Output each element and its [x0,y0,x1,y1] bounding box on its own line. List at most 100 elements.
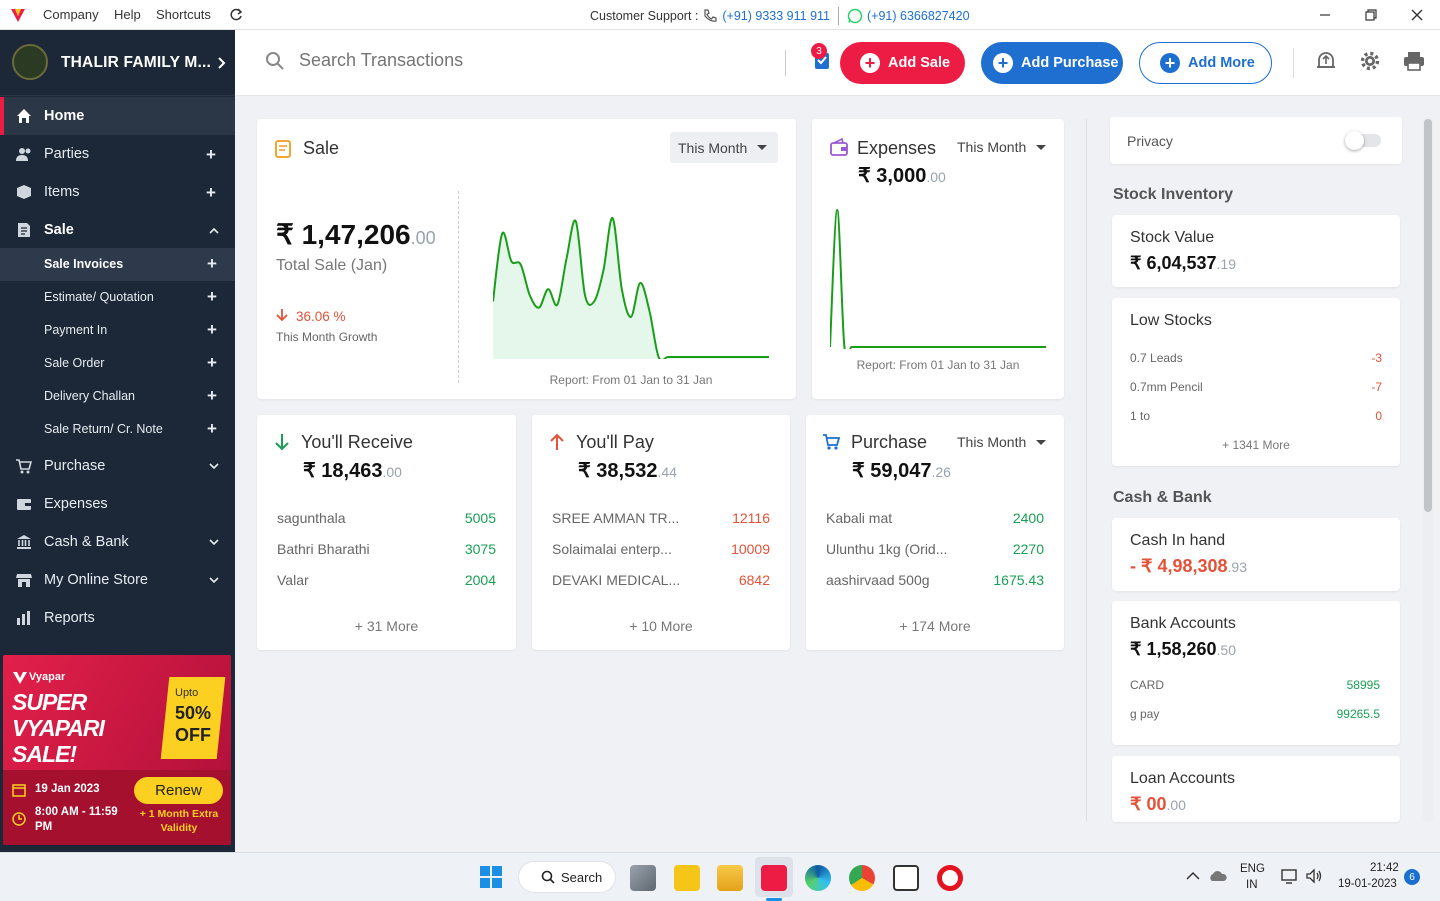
file-explorer-icon[interactable] [717,865,743,891]
notification-badge: 3 [811,43,827,59]
phone-icon [704,9,717,22]
pay-row-name[interactable]: SREE AMMAN TR... [552,510,679,526]
pay-row-name[interactable]: Solaimalai enterp... [552,541,672,557]
notification-count-badge[interactable]: 6 [1404,869,1420,885]
menu-company[interactable]: Company [43,7,99,22]
media-app-icon[interactable] [893,865,919,891]
cash-bank-title: Cash & Bank [1113,489,1212,506]
windows-start-icon[interactable] [479,865,503,889]
low-stocks-card[interactable]: Low Stocks 0.7 Leads -3 0.7mm Pencil -7 … [1112,298,1400,466]
opera-browser-icon[interactable] [937,865,963,891]
language-code[interactable]: ENG [1240,863,1265,875]
sticky-notes-icon[interactable] [674,865,700,891]
sidebar-item-cash-bank[interactable]: Cash & Bank [0,523,235,561]
sale-card[interactable]: Sale This Month ₹ 1,47,206.00 Total Sale… [257,119,796,399]
purchase-row-name[interactable]: Kabali mat [826,510,892,526]
loan-accounts-card[interactable]: Loan Accounts ₹ 00.00 [1112,756,1400,822]
add-more-button[interactable]: + Add More [1139,42,1272,84]
scrollbar-thumb[interactable] [1424,119,1432,512]
expenses-period-dropdown[interactable]: This Month [957,139,1047,155]
sidebar-item-reports[interactable]: Reports [0,599,235,637]
volume-icon[interactable] [1305,868,1323,884]
add-purchase-button[interactable]: + Add Purchase [981,42,1123,84]
close-button[interactable] [1406,4,1428,26]
sidebar-sub-payment-in[interactable]: Payment In + [0,314,235,347]
task-view-icon[interactable] [630,865,656,891]
sidebar-item-items[interactable]: Items + [0,173,235,211]
edge-browser-icon[interactable] [805,865,831,891]
invoice-icon [18,223,30,237]
receive-row-name[interactable]: sagunthala [277,510,346,526]
add-sale-invoice-button[interactable]: + [207,254,217,274]
bell-update-icon[interactable] [1315,50,1337,72]
purchase-more-link[interactable]: + 174 More [806,618,1064,634]
add-party-button[interactable]: + [206,145,216,165]
sidebar-sub-sale-return[interactable]: Sale Return/ Cr. Note + [0,413,235,446]
minimize-button[interactable] [1314,4,1336,26]
add-sale-order-button[interactable]: + [207,353,217,373]
sidebar-item-home[interactable]: Home [0,97,235,135]
menu-help[interactable]: Help [114,7,141,22]
add-sale-return-button[interactable]: + [207,419,217,439]
cash-in-hand-label: Cash In hand [1130,532,1226,549]
sidebar-item-online-store[interactable]: My Online Store [0,561,235,599]
chevron-up-icon[interactable] [1186,871,1200,881]
pay-row-name[interactable]: DEVAKI MEDICAL... [552,572,680,588]
expenses-card[interactable]: Expenses This Month ₹ 3,000.00 Report: F… [812,119,1064,399]
renew-button[interactable]: Renew [134,777,223,804]
pay-card[interactable]: You'll Pay ₹ 38,532.44 SREE AMMAN TR... … [532,415,790,650]
sidebar-item-expenses[interactable]: Expenses [0,485,235,523]
pay-more-link[interactable]: + 10 More [532,618,790,634]
loan-accounts-decimal: .00 [1166,797,1186,813]
restore-button[interactable] [1360,4,1382,26]
support-phone[interactable]: (+91) 9333 911 911 [722,9,830,23]
vyapar-app-icon[interactable] [761,865,787,891]
sidebar-sub-delivery-challan[interactable]: Delivery Challan + [0,380,235,413]
onedrive-cloud-icon[interactable] [1208,869,1228,883]
receive-card[interactable]: You'll Receive ₹ 18,463.00 sagunthala 50… [257,415,516,650]
add-estimate-button[interactable]: + [207,287,217,307]
sidebar-item-sale[interactable]: Sale [0,211,235,249]
receive-row-name[interactable]: Bathri Bharathi [277,541,370,557]
purchase-period-dropdown[interactable]: This Month [957,434,1047,450]
receive-amount: ₹ 18,463 [303,460,383,482]
scrollbar-track[interactable] [1423,117,1433,822]
add-delivery-challan-button[interactable]: + [207,386,217,406]
clock-time[interactable]: 21:42 [1370,862,1399,874]
gear-icon[interactable] [1359,50,1381,72]
sidebar-sub-sale-order[interactable]: Sale Order + [0,347,235,380]
receive-row-name[interactable]: Valar [277,572,309,588]
taskbar-search[interactable]: Search [518,861,616,893]
search-input[interactable] [299,50,769,71]
chrome-browser-icon[interactable] [849,865,875,891]
stock-value-card[interactable]: Stock Value ₹ 6,04,537.19 [1112,215,1400,287]
clock-date[interactable]: 19-01-2023 [1338,878,1397,890]
menu-shortcuts[interactable]: Shortcuts [156,7,211,22]
sidebar-item-parties[interactable]: Parties + [0,135,235,173]
loan-accounts-value: ₹ 00.00 [1130,794,1186,815]
search-box[interactable] [265,50,769,71]
add-item-button[interactable]: + [206,183,216,203]
purchase-row-name[interactable]: aashirvaad 500g [826,572,930,588]
add-payment-in-button[interactable]: + [207,320,217,340]
receive-more-link[interactable]: + 31 More [257,618,516,634]
refresh-icon[interactable] [229,8,243,22]
cash-in-hand-card[interactable]: Cash In hand - ₹ 4,98,308.93 [1112,518,1400,591]
promo-banner[interactable]: Vyapar SUPER VYAPARI SALE! Upto 50% OFF … [3,655,231,845]
privacy-toggle[interactable] [1345,131,1381,150]
sidebar-sub-estimate[interactable]: Estimate/ Quotation + [0,281,235,314]
low-stocks-more-link[interactable]: + 1341 More [1112,438,1400,452]
purchase-card[interactable]: Purchase This Month ₹ 59,047.26 Kabali m… [806,415,1064,650]
bank-accounts-card[interactable]: Bank Accounts ₹ 1,58,260.50 CARD 58995 g… [1112,601,1400,745]
company-switcher[interactable]: THALIR FAMILY M... [0,30,235,96]
bank-accounts-decimal: .50 [1216,642,1236,658]
sale-period-dropdown[interactable]: This Month [670,132,778,163]
network-icon[interactable] [1281,868,1299,884]
sidebar-sub-sale-invoices[interactable]: Sale Invoices + [0,248,235,281]
support-whatsapp[interactable]: (+91) 6366827420 [867,9,970,23]
purchase-row-name[interactable]: Ulunthu 1kg (Orid... [826,541,947,557]
printer-icon[interactable] [1403,50,1425,72]
language-region[interactable]: IN [1246,879,1258,891]
add-sale-button[interactable]: + Add Sale [840,42,965,84]
sidebar-item-purchase[interactable]: Purchase [0,447,235,485]
